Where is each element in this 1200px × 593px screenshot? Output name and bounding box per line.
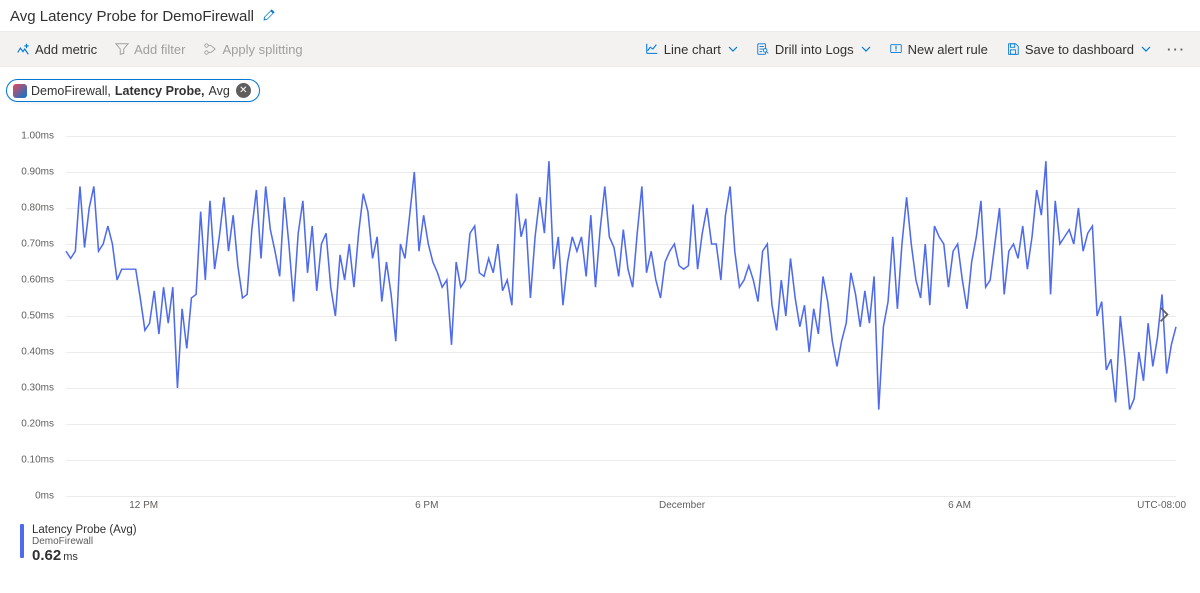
legend-unit: ms <box>63 551 78 563</box>
y-tick-label: 0.20ms <box>21 419 54 430</box>
legend-resource-name: DemoFirewall <box>32 536 137 547</box>
add-metric-button[interactable]: Add metric <box>8 38 105 61</box>
chevron-down-icon <box>728 44 738 54</box>
y-tick-label: 0.80ms <box>21 203 54 214</box>
resource-icon <box>13 84 27 98</box>
apply-splitting-button[interactable]: Apply splitting <box>195 38 310 61</box>
metric-pill[interactable]: DemoFirewall, Latency Probe, Avg ✕ <box>6 79 260 102</box>
drill-logs-label: Drill into Logs <box>775 42 854 57</box>
y-tick-label: 0ms <box>35 491 54 502</box>
y-tick-label: 0.30ms <box>21 383 54 394</box>
pill-metric: Latency Probe, <box>115 84 205 98</box>
legend-color-swatch <box>20 524 24 558</box>
new-alert-button[interactable]: New alert rule <box>881 38 996 61</box>
alert-icon <box>889 42 903 56</box>
add-filter-label: Add filter <box>134 42 185 57</box>
filter-icon <box>115 42 129 56</box>
y-tick-label: 0.40ms <box>21 347 54 358</box>
x-tick-label: 6 AM <box>948 500 971 511</box>
save-dashboard-label: Save to dashboard <box>1025 42 1134 57</box>
pill-agg: Avg <box>209 84 230 98</box>
legend-series-name: Latency Probe (Avg) <box>32 524 137 536</box>
add-metric-icon <box>16 42 30 56</box>
splitting-icon <box>203 42 217 56</box>
x-tick-label: 12 PM <box>129 500 158 511</box>
legend-value: 0.62 <box>32 547 61 564</box>
chevron-down-icon <box>1141 44 1151 54</box>
drill-logs-dropdown[interactable]: Drill into Logs <box>748 38 879 61</box>
logs-icon <box>756 42 770 56</box>
save-dashboard-dropdown[interactable]: Save to dashboard <box>998 38 1159 61</box>
x-tick-label: December <box>659 500 705 511</box>
edit-icon[interactable] <box>262 8 276 25</box>
latency-line-series <box>66 161 1176 409</box>
remove-metric-icon[interactable]: ✕ <box>236 83 251 98</box>
y-axis: 0ms0.10ms0.20ms0.30ms0.40ms0.50ms0.60ms0… <box>14 136 56 496</box>
save-icon <box>1006 42 1020 56</box>
y-tick-label: 0.10ms <box>21 455 54 466</box>
chart-type-dropdown[interactable]: Line chart <box>637 38 746 61</box>
y-tick-label: 0.90ms <box>21 167 54 178</box>
x-tick-label: 6 PM <box>415 500 438 511</box>
chart-area: 0ms0.10ms0.20ms0.30ms0.40ms0.50ms0.60ms0… <box>14 136 1176 496</box>
add-metric-label: Add metric <box>35 42 97 57</box>
apply-splitting-label: Apply splitting <box>222 42 302 57</box>
chart-type-label: Line chart <box>664 42 721 57</box>
add-filter-button[interactable]: Add filter <box>107 38 193 61</box>
toolbar: Add metric Add filter Apply splitting Li… <box>0 31 1200 67</box>
chevron-down-icon <box>861 44 871 54</box>
plot-area <box>66 136 1176 496</box>
line-chart-icon <box>645 42 659 56</box>
y-tick-label: 0.50ms <box>21 311 54 322</box>
pill-resource: DemoFirewall, <box>31 84 111 98</box>
legend[interactable]: Latency Probe (Avg) DemoFirewall 0.62ms <box>0 516 1200 564</box>
y-tick-label: 0.60ms <box>21 275 54 286</box>
timezone-label: UTC-08:00 <box>1137 500 1186 511</box>
page-title: Avg Latency Probe for DemoFirewall <box>10 8 254 25</box>
new-alert-label: New alert rule <box>908 42 988 57</box>
more-menu-button[interactable]: ··· <box>1161 38 1192 61</box>
y-tick-label: 1.00ms <box>21 131 54 142</box>
scroll-right-button[interactable] <box>1154 303 1174 330</box>
x-axis: 12 PM6 PMDecember6 AMUTC-08:00 <box>66 496 1176 516</box>
y-tick-label: 0.70ms <box>21 239 54 250</box>
